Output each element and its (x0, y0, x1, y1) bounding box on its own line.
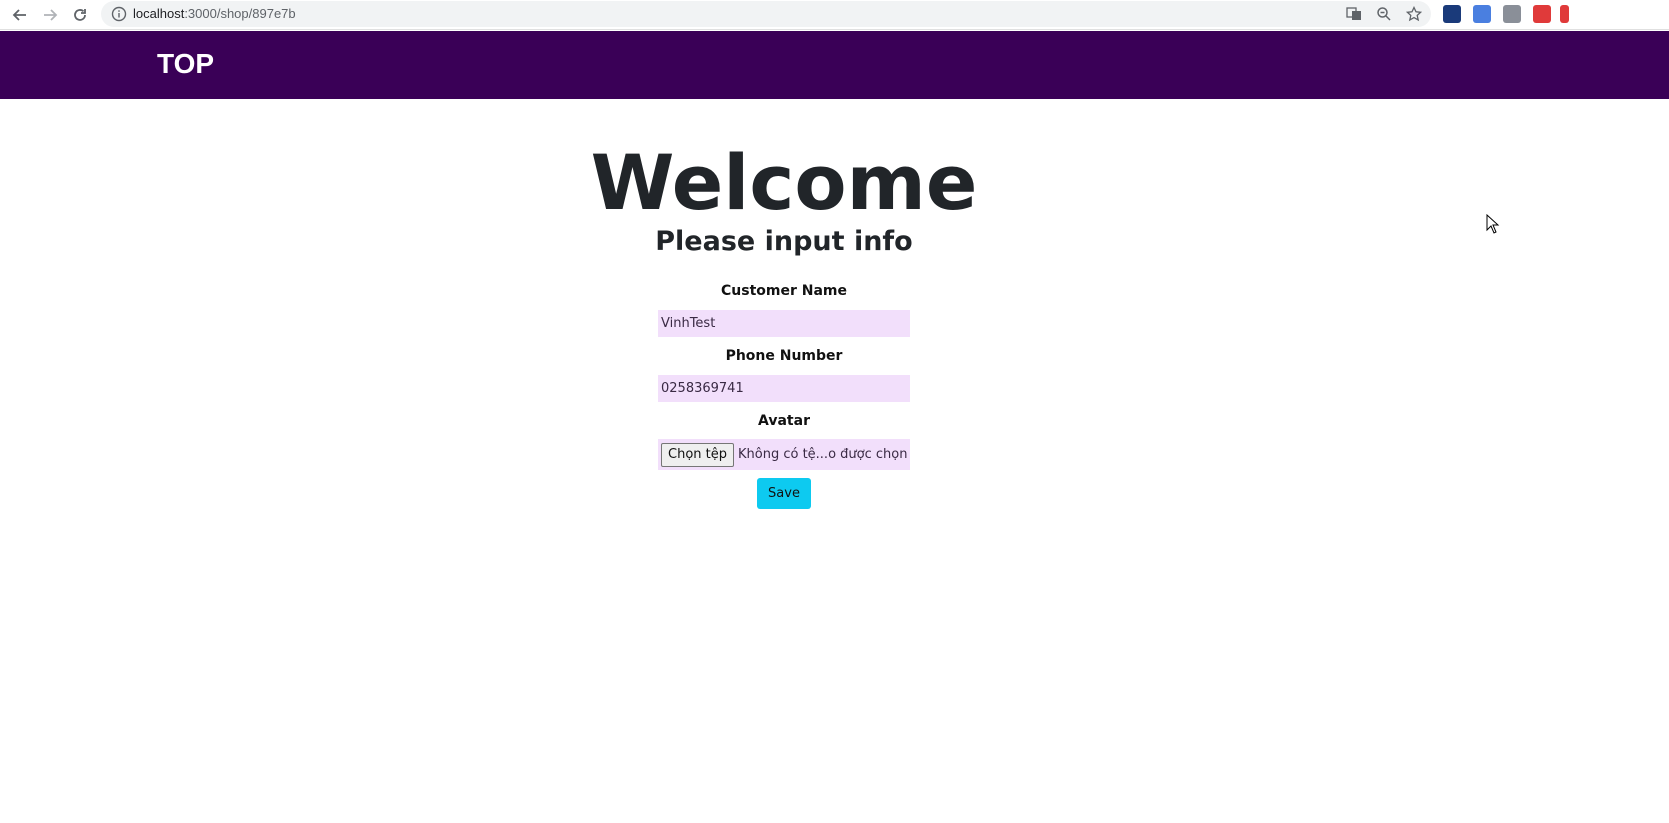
save-wrapper: Save (658, 478, 910, 509)
url-host: localhost (133, 6, 185, 21)
bookmark-button[interactable] (1405, 5, 1423, 23)
translate-icon (1346, 7, 1361, 20)
forward-arrow-icon (44, 9, 58, 21)
file-status-text: Không có tệ...o được chọn (738, 447, 908, 462)
extension-icon[interactable] (1533, 5, 1551, 23)
extension-icon[interactable] (1473, 5, 1491, 23)
reload-icon (74, 9, 86, 21)
choose-file-button[interactable]: Chọn tệp (661, 442, 734, 467)
extension-icon[interactable] (1503, 5, 1521, 23)
browser-toolbar: localhost:3000/shop/897e7b (0, 0, 1669, 30)
star-icon (1406, 6, 1422, 22)
customer-form: Customer Name Phone Number Avatar Chọn t… (658, 281, 910, 509)
back-button[interactable] (9, 4, 31, 26)
phone-number-input[interactable] (658, 375, 910, 402)
url-path: :3000/shop/897e7b (184, 6, 296, 21)
back-arrow-icon (12, 9, 26, 21)
translate-button[interactable] (1345, 5, 1363, 23)
navbar: TOP (0, 31, 1669, 99)
zoom-out-icon (1377, 7, 1391, 21)
extension-icon[interactable] (1443, 5, 1461, 23)
customer-name-input[interactable] (658, 310, 910, 337)
customer-name-label: Customer Name (721, 283, 847, 299)
forward-button[interactable] (39, 4, 61, 26)
info-icon[interactable] (111, 6, 127, 22)
page-subtitle: Please input info (655, 226, 913, 257)
phone-number-label: Phone Number (725, 348, 843, 364)
save-button[interactable]: Save (757, 478, 811, 509)
brand-link[interactable]: TOP (157, 47, 214, 81)
avatar-label: Avatar (758, 413, 810, 429)
url-text[interactable]: localhost:3000/shop/897e7b (133, 6, 296, 22)
avatar-file-input[interactable]: Chọn tệp Không có tệ...o được chọn (658, 439, 910, 470)
zoom-button[interactable] (1375, 5, 1393, 23)
page-title: Welcome (590, 138, 978, 227)
reload-button[interactable] (69, 4, 91, 26)
cursor-icon (1486, 214, 1500, 234)
extension-icon[interactable] (1560, 5, 1569, 23)
address-bar[interactable]: localhost:3000/shop/897e7b (101, 1, 1431, 27)
main-content: Welcome Please input info Customer Name … (0, 99, 1669, 823)
